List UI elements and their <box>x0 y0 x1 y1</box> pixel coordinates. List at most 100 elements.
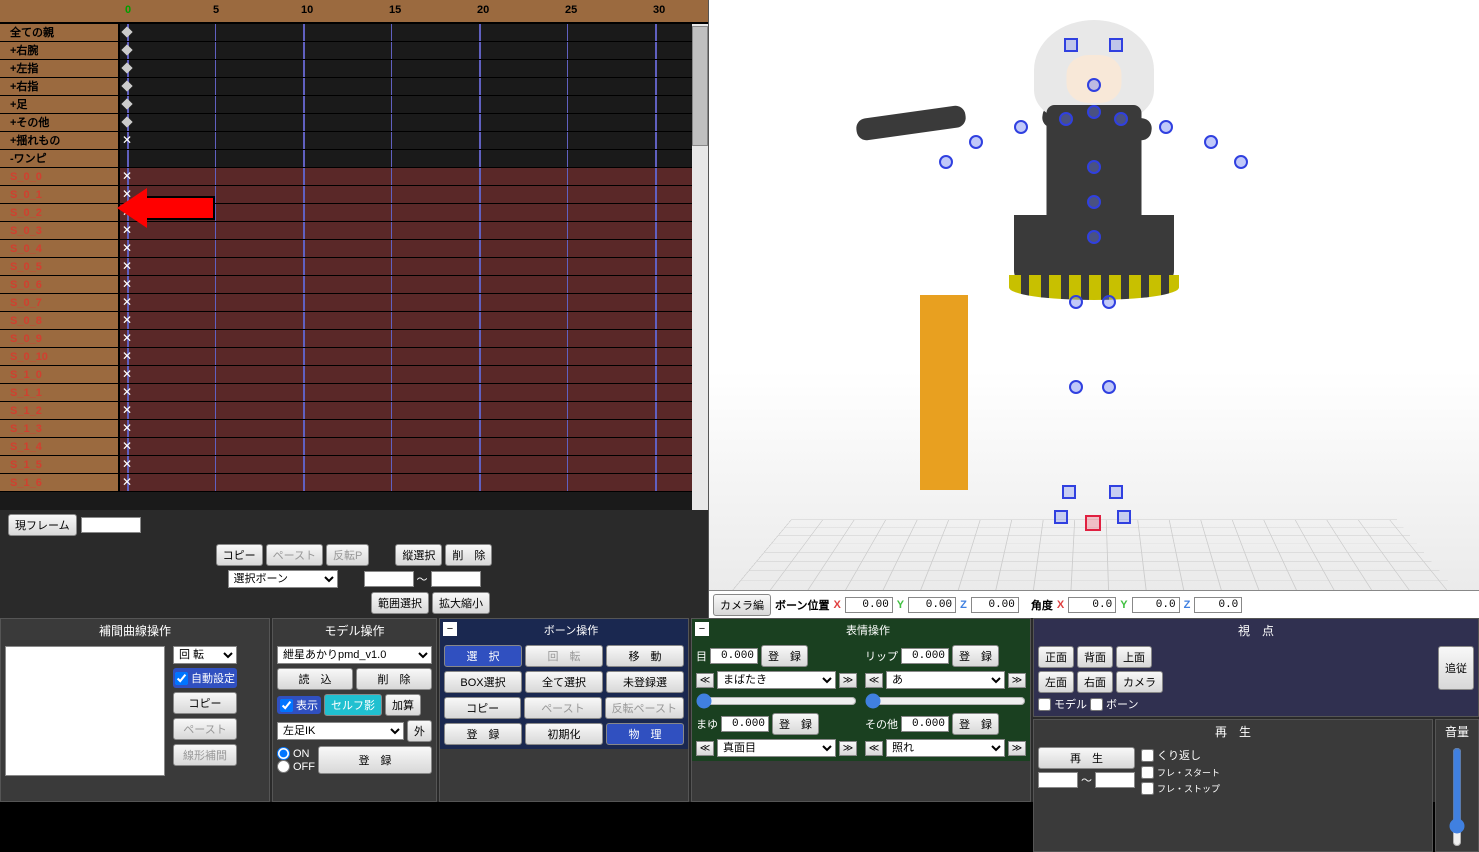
3d-viewport[interactable] <box>709 0 1479 618</box>
bone-marker[interactable] <box>1062 485 1076 499</box>
track-label[interactable]: +左指 <box>0 60 120 77</box>
track-cells[interactable] <box>120 24 708 41</box>
model-checkbox[interactable] <box>1038 698 1051 711</box>
keyframe-x-icon[interactable]: ✕ <box>122 331 132 341</box>
interp-paste-button[interactable]: ペースト <box>173 718 237 740</box>
brow-dropdown[interactable]: 真面目 <box>717 739 836 757</box>
volume-slider[interactable] <box>1449 747 1465 847</box>
pos-y-input[interactable] <box>908 597 956 613</box>
interp-mode-dropdown[interactable]: 回 転 <box>173 646 237 664</box>
keyframe-x-icon[interactable]: ✕ <box>122 295 132 305</box>
bone-register-button[interactable]: 登 録 <box>444 723 522 745</box>
bone-marker[interactable] <box>969 135 983 149</box>
keyframe-x-icon[interactable]: ✕ <box>122 313 132 323</box>
timeline-scrollbar[interactable] <box>692 24 708 510</box>
bone-copy-button[interactable]: コピー <box>444 697 521 719</box>
play-to-input[interactable] <box>1095 772 1135 788</box>
bone-marker[interactable] <box>1102 380 1116 394</box>
track-label[interactable]: S_0_9 <box>0 330 120 347</box>
track-row[interactable]: S_0_4✕ <box>0 240 708 258</box>
track-row[interactable]: +右指 <box>0 78 708 96</box>
ang-y-input[interactable] <box>1132 597 1180 613</box>
track-label[interactable]: 全ての親 <box>0 24 120 41</box>
repeat-checkbox[interactable] <box>1141 749 1154 762</box>
bone-marker[interactable] <box>1204 135 1218 149</box>
prev-icon[interactable]: ≪ <box>865 741 883 756</box>
track-row[interactable]: S_1_2✕ <box>0 402 708 420</box>
track-row[interactable]: S_0_7✕ <box>0 294 708 312</box>
track-row[interactable]: S_0_5✕ <box>0 258 708 276</box>
bone-marker[interactable] <box>1087 160 1101 174</box>
track-label[interactable]: +足 <box>0 96 120 113</box>
track-row[interactable]: S_0_8✕ <box>0 312 708 330</box>
ang-z-input[interactable] <box>1194 597 1242 613</box>
track-label[interactable]: +右腕 <box>0 42 120 59</box>
track-row[interactable]: S_0_6✕ <box>0 276 708 294</box>
eye-slider[interactable] <box>696 693 857 709</box>
track-row[interactable]: S_0_10✕ <box>0 348 708 366</box>
pos-x-input[interactable] <box>845 597 893 613</box>
track-cells[interactable]: ✕ <box>120 384 708 401</box>
auto-checkbox[interactable] <box>175 672 188 685</box>
play-button[interactable]: 再 生 <box>1038 747 1135 769</box>
track-row[interactable]: +揺れもの✕ <box>0 132 708 150</box>
bone-marker[interactable] <box>1059 112 1073 126</box>
track-cells[interactable]: ✕ <box>120 330 708 347</box>
ik-dropdown[interactable]: 左足IK <box>277 722 404 740</box>
track-label[interactable]: +右指 <box>0 78 120 95</box>
eye-value[interactable] <box>710 648 758 664</box>
frame-start-checkbox[interactable] <box>1141 766 1154 779</box>
track-row[interactable]: 全ての親 <box>0 24 708 42</box>
track-row[interactable]: +右腕 <box>0 42 708 60</box>
track-label[interactable]: S_0_6 <box>0 276 120 293</box>
other-register[interactable]: 登 録 <box>952 713 999 735</box>
track-cells[interactable]: ✕ <box>120 420 708 437</box>
bone-marker[interactable] <box>1109 485 1123 499</box>
bone-marker[interactable] <box>1087 78 1101 92</box>
other-dropdown[interactable]: 照れ <box>886 739 1005 757</box>
bone-marker[interactable] <box>1014 120 1028 134</box>
track-label[interactable]: S_1_2 <box>0 402 120 419</box>
eye-dropdown[interactable]: まばたき <box>717 671 836 689</box>
track-row[interactable]: +その他 <box>0 114 708 132</box>
track-label[interactable]: S_0_0 <box>0 168 120 185</box>
minus-icon[interactable]: − <box>443 622 457 636</box>
right-button[interactable]: 右面 <box>1077 671 1113 693</box>
track-label[interactable]: -ワンピ <box>0 150 120 167</box>
keyframe-diamond-icon[interactable] <box>121 44 132 55</box>
track-cells[interactable]: ✕ <box>120 240 708 257</box>
bone-marker[interactable] <box>1159 120 1173 134</box>
next-icon[interactable]: ≫ <box>839 741 857 756</box>
track-row[interactable]: S_0_2✕ <box>0 204 708 222</box>
bone-move-button[interactable]: 移 動 <box>606 645 684 667</box>
track-row[interactable]: S_1_3✕ <box>0 420 708 438</box>
track-label[interactable]: +その他 <box>0 114 120 131</box>
track-cells[interactable]: ✕ <box>120 294 708 311</box>
track-row[interactable]: S_0_9✕ <box>0 330 708 348</box>
lip-register[interactable]: 登 録 <box>952 645 999 667</box>
prev-icon[interactable]: ≪ <box>696 673 714 688</box>
eye-register[interactable]: 登 録 <box>761 645 808 667</box>
front-button[interactable]: 正面 <box>1038 646 1074 668</box>
back-button[interactable]: 背面 <box>1077 646 1113 668</box>
track-row[interactable]: S_0_1✕ <box>0 186 708 204</box>
track-label[interactable]: S_0_4 <box>0 240 120 257</box>
keyframe-x-icon[interactable]: ✕ <box>122 367 132 377</box>
track-cells[interactable]: ✕ <box>120 366 708 383</box>
track-cells[interactable] <box>120 114 708 131</box>
scale-button[interactable]: 拡大縮小 <box>432 592 490 614</box>
delete-button[interactable]: 削 除 <box>445 544 492 566</box>
load-button[interactable]: 読 込 <box>277 668 353 690</box>
next-icon[interactable]: ≫ <box>1008 673 1026 688</box>
track-label[interactable]: S_1_6 <box>0 474 120 491</box>
bone-paste-button[interactable]: ペースト <box>524 697 601 719</box>
lip-value[interactable] <box>901 648 949 664</box>
track-row[interactable]: S_0_0✕ <box>0 168 708 186</box>
track-label[interactable]: S_0_3 <box>0 222 120 239</box>
track-cells[interactable] <box>120 78 708 95</box>
pos-z-input[interactable] <box>971 597 1019 613</box>
keyframe-x-icon[interactable]: ✕ <box>122 241 132 251</box>
track-label[interactable]: S_0_1 <box>0 186 120 203</box>
bone-select-button[interactable]: 選 択 <box>444 645 522 667</box>
keyframe-diamond-icon[interactable] <box>121 26 132 37</box>
